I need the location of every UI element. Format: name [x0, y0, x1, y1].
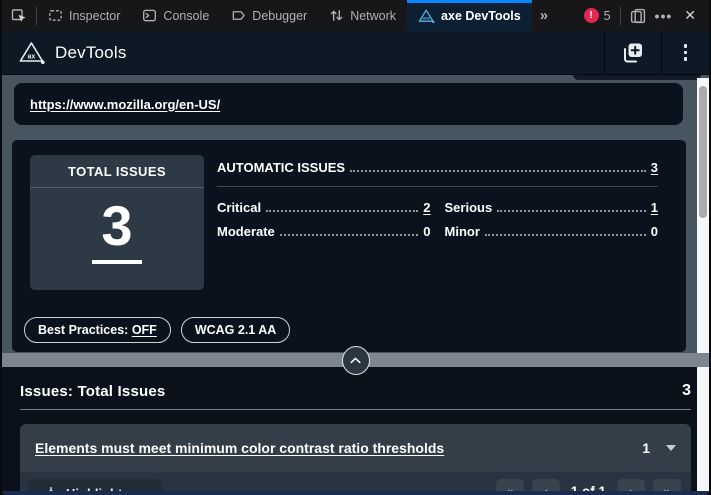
- double-chevron-icon: »: [540, 7, 546, 24]
- best-practices-toggle[interactable]: Best Practices: OFF: [24, 317, 171, 343]
- serious-label: Serious: [445, 200, 493, 215]
- scan-filter-pills: Best Practices: OFF WCAG 2.1 AA: [24, 317, 290, 343]
- best-practices-label: Best Practices:: [38, 323, 132, 337]
- critical-row: Critical 2: [217, 200, 431, 215]
- error-count: 5: [604, 9, 611, 23]
- minor-row: Minor 0: [445, 224, 659, 239]
- console-error-indicator[interactable]: ! 5: [584, 8, 611, 23]
- dot-leader: [497, 210, 646, 212]
- critical-label: Critical: [217, 200, 261, 215]
- svg-text:axe: axe: [422, 15, 430, 20]
- add-page-icon: [621, 41, 645, 65]
- tabbar-right-controls: ! 5 ••• ✕: [584, 0, 709, 31]
- automatic-issues-value-link[interactable]: 3: [651, 160, 658, 175]
- automatic-issues-label: AUTOMATIC ISSUES: [217, 160, 345, 175]
- stats-divider: [217, 186, 658, 187]
- moderate-row: Moderate 0: [217, 224, 431, 239]
- dot-leader: [266, 210, 418, 212]
- axe-header: ax DevTools: [2, 31, 709, 75]
- minor-value: 0: [651, 224, 658, 239]
- chevron-up-icon: [350, 357, 361, 364]
- critical-value-link[interactable]: 2: [423, 200, 430, 215]
- collapse-summary-button[interactable]: [342, 346, 370, 375]
- dot-leader: [485, 234, 646, 236]
- network-icon: [329, 8, 344, 23]
- axe-logo-icon: axe: [418, 8, 435, 24]
- page-title: DevTools: [55, 43, 127, 63]
- issue-rule-link[interactable]: Elements must meet minimum color contras…: [35, 440, 642, 456]
- issues-section: Issues: Total Issues 3 Elements must mee…: [2, 367, 709, 495]
- tab-debugger[interactable]: Debugger: [220, 0, 318, 31]
- devtools-window: Inspector Console Debugger: [0, 0, 711, 495]
- tab-debugger-label: Debugger: [252, 9, 307, 23]
- axe-logo-icon: ax: [18, 40, 46, 66]
- window-bottom-edge: [2, 491, 709, 495]
- more-tabs-button[interactable]: »: [532, 0, 554, 31]
- automatic-issues-row: AUTOMATIC ISSUES 3: [217, 160, 658, 175]
- tab-inspector-label: Inspector: [69, 9, 120, 23]
- best-practices-value: OFF: [132, 323, 157, 337]
- tab-network[interactable]: Network: [318, 0, 407, 31]
- inspector-icon: [48, 8, 63, 23]
- responsive-design-mode-icon[interactable]: [630, 8, 646, 24]
- element-picker-button[interactable]: [2, 0, 36, 31]
- devtools-tabbar: Inspector Console Debugger: [2, 0, 709, 31]
- scanned-url-link[interactable]: https://www.mozilla.org/en-US/: [30, 97, 220, 112]
- chevron-down-icon[interactable]: [666, 445, 676, 451]
- issue-title-row[interactable]: Elements must meet minimum color contras…: [20, 424, 691, 472]
- minor-label: Minor: [445, 224, 480, 239]
- tab-inspector[interactable]: Inspector: [37, 0, 131, 31]
- issues-divider: [20, 409, 691, 410]
- serious-row: Serious 1: [445, 200, 659, 215]
- tab-console-label: Console: [163, 9, 209, 23]
- error-badge-icon: !: [584, 8, 599, 23]
- svg-text:ax: ax: [28, 53, 36, 60]
- moderate-label: Moderate: [217, 224, 275, 239]
- total-issues-value-link[interactable]: 3: [92, 197, 141, 264]
- issue-card: Elements must meet minimum color contras…: [20, 424, 691, 495]
- dot-leader: [350, 170, 646, 172]
- partially-scrolled-button[interactable]: [573, 75, 701, 80]
- tab-axe-devtools-label: axe DevTools: [441, 9, 521, 23]
- issue-rule-count: 1: [642, 440, 650, 456]
- scrollbar-thumb[interactable]: [699, 86, 707, 218]
- moderate-value: 0: [423, 224, 430, 239]
- debugger-icon: [231, 8, 246, 23]
- tab-network-label: Network: [350, 9, 396, 23]
- wcag-standard-pill[interactable]: WCAG 2.1 AA: [181, 317, 291, 343]
- close-devtools-icon[interactable]: ✕: [681, 7, 699, 24]
- dot-leader: [280, 234, 418, 236]
- total-issues-box: TOTAL ISSUES 3: [30, 155, 204, 290]
- axe-brand: ax DevTools: [2, 40, 127, 66]
- scanned-url-card: https://www.mozilla.org/en-US/: [14, 83, 683, 125]
- issues-heading: Issues: Total Issues: [20, 383, 165, 400]
- save-export-button[interactable]: [604, 31, 661, 74]
- tab-console[interactable]: Console: [131, 0, 220, 31]
- tabbar-separator: [620, 7, 621, 25]
- summary-scroll-area: https://www.mozilla.org/en-US/ TOTAL ISS…: [2, 75, 709, 353]
- options-menu-button[interactable]: [661, 31, 710, 74]
- serious-value-link[interactable]: 1: [651, 200, 658, 215]
- element-picker-icon: [11, 8, 27, 24]
- console-icon: [142, 8, 157, 23]
- kebab-menu-icon: [678, 44, 694, 61]
- devtools-meatball-menu-icon[interactable]: •••: [655, 8, 673, 24]
- total-issues-label: TOTAL ISSUES: [30, 155, 204, 188]
- summary-stats: AUTOMATIC ISSUES 3 Critical 2 Serious: [217, 160, 658, 239]
- vertical-scrollbar[interactable]: [697, 78, 709, 492]
- wcag-standard-label: WCAG 2.1 AA: [195, 323, 277, 337]
- issues-total-count: 3: [682, 382, 691, 400]
- issue-summary-card: TOTAL ISSUES 3 AUTOMATIC ISSUES 3 Critic…: [12, 140, 686, 352]
- header-actions: [604, 31, 710, 74]
- tab-axe-devtools[interactable]: axe axe DevTools: [407, 0, 532, 31]
